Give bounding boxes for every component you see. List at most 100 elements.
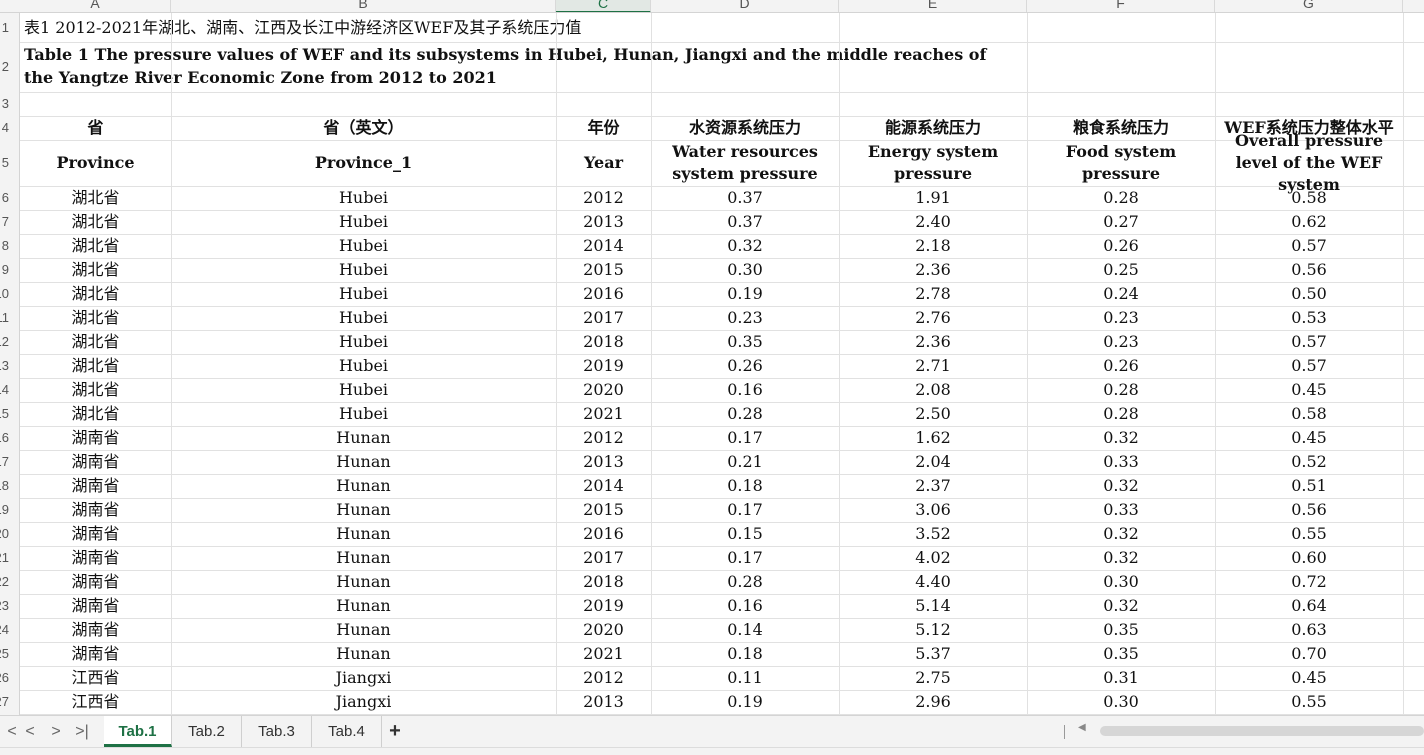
table-cell[interactable]: 0.27 bbox=[1027, 210, 1215, 234]
column-header-a[interactable]: A bbox=[20, 0, 171, 12]
table-cell[interactable]: 2014 bbox=[556, 474, 651, 498]
header-en-cell[interactable]: Energy system pressure bbox=[839, 140, 1027, 186]
table-cell[interactable]: 2012 bbox=[556, 426, 651, 450]
table-cell[interactable]: Hubei bbox=[171, 234, 556, 258]
table-cell[interactable]: Hunan bbox=[171, 618, 556, 642]
table-cell[interactable]: 2015 bbox=[556, 258, 651, 282]
table-cell[interactable]: 0.58 bbox=[1215, 186, 1403, 210]
table-cell[interactable]: 5.12 bbox=[839, 618, 1027, 642]
header-cn-cell[interactable]: 省（英文） bbox=[171, 116, 556, 140]
table-cell[interactable]: 2016 bbox=[556, 522, 651, 546]
row-number[interactable]: 17 bbox=[0, 454, 9, 469]
table-cell[interactable]: 湖南省 bbox=[20, 618, 171, 642]
table-cell[interactable]: 0.32 bbox=[1027, 594, 1215, 618]
table-cell[interactable]: 0.17 bbox=[651, 426, 839, 450]
next-sheet-icon[interactable]: > bbox=[46, 721, 66, 743]
table-cell[interactable]: 0.56 bbox=[1215, 258, 1403, 282]
horizontal-scrollbar[interactable] bbox=[1100, 726, 1424, 736]
header-en-cell[interactable]: Food system pressure bbox=[1027, 140, 1215, 186]
table-cell[interactable]: 2020 bbox=[556, 618, 651, 642]
row-number[interactable]: 15 bbox=[0, 406, 9, 421]
table-cell[interactable]: 1.91 bbox=[839, 186, 1027, 210]
row-number[interactable]: 20 bbox=[0, 526, 9, 541]
table-cell[interactable]: 2017 bbox=[556, 306, 651, 330]
table-cell[interactable]: 0.35 bbox=[1027, 642, 1215, 666]
table-cell[interactable]: 2018 bbox=[556, 330, 651, 354]
table-cell[interactable]: 0.45 bbox=[1215, 426, 1403, 450]
table-cell[interactable]: 0.37 bbox=[651, 186, 839, 210]
table-cell[interactable]: 2012 bbox=[556, 186, 651, 210]
row-number[interactable]: 27 bbox=[0, 694, 9, 709]
header-en-cell[interactable]: Year bbox=[556, 140, 651, 186]
scroll-left-icon[interactable]: ◀ bbox=[1078, 722, 1086, 733]
table-cell[interactable]: 0.32 bbox=[1027, 522, 1215, 546]
table-cell[interactable]: Hubei bbox=[171, 258, 556, 282]
table-cell[interactable]: 0.32 bbox=[1027, 546, 1215, 570]
row-number[interactable]: 11 bbox=[0, 310, 9, 325]
table-cell[interactable]: Hubei bbox=[171, 282, 556, 306]
table-cell[interactable]: Hunan bbox=[171, 450, 556, 474]
table-cell[interactable]: Jiangxi bbox=[171, 666, 556, 690]
table-cell[interactable]: 湖北省 bbox=[20, 402, 171, 426]
row-number[interactable]: 10 bbox=[0, 286, 9, 301]
table-cell[interactable]: 2019 bbox=[556, 594, 651, 618]
header-cn-cell[interactable]: 粮食系统压力 bbox=[1027, 116, 1215, 140]
table-cell[interactable]: Hubei bbox=[171, 354, 556, 378]
table-cell[interactable]: Hunan bbox=[171, 570, 556, 594]
sheet-tab-tab4[interactable]: Tab.4 bbox=[312, 716, 382, 747]
table-cell[interactable]: 湖南省 bbox=[20, 546, 171, 570]
table-cell[interactable]: 0.35 bbox=[651, 330, 839, 354]
table-cell[interactable]: Hunan bbox=[171, 498, 556, 522]
table-cell[interactable]: 0.23 bbox=[651, 306, 839, 330]
table-cell[interactable]: 0.28 bbox=[1027, 186, 1215, 210]
table-cell[interactable]: 0.24 bbox=[1027, 282, 1215, 306]
table-cell[interactable]: 0.30 bbox=[1027, 570, 1215, 594]
table-cell[interactable]: 湖南省 bbox=[20, 474, 171, 498]
table-cell[interactable]: 0.21 bbox=[651, 450, 839, 474]
table-cell[interactable]: 湖南省 bbox=[20, 642, 171, 666]
table-cell[interactable]: 2.36 bbox=[839, 258, 1027, 282]
first-sheet-icon[interactable]: < bbox=[2, 721, 22, 743]
table-cell[interactable]: 湖北省 bbox=[20, 258, 171, 282]
table-cell[interactable]: 0.26 bbox=[651, 354, 839, 378]
table-cell[interactable]: 湖北省 bbox=[20, 378, 171, 402]
table-cell[interactable]: 5.14 bbox=[839, 594, 1027, 618]
table-cell[interactable]: 0.19 bbox=[651, 282, 839, 306]
table-cell[interactable]: 2015 bbox=[556, 498, 651, 522]
table-cell[interactable]: 2.96 bbox=[839, 690, 1027, 714]
table-cell[interactable]: 2021 bbox=[556, 642, 651, 666]
table-cell[interactable]: 2.50 bbox=[839, 402, 1027, 426]
row-number[interactable]: 7 bbox=[0, 214, 9, 229]
table-cell[interactable]: 2.76 bbox=[839, 306, 1027, 330]
table-cell[interactable]: 0.11 bbox=[651, 666, 839, 690]
row-number[interactable]: 1 bbox=[0, 20, 9, 35]
table-cell[interactable]: 0.72 bbox=[1215, 570, 1403, 594]
table-cell[interactable]: 0.58 bbox=[1215, 402, 1403, 426]
column-header-f[interactable]: F bbox=[1027, 0, 1215, 12]
column-header-c[interactable]: C bbox=[556, 0, 651, 12]
table-cell[interactable]: Hubei bbox=[171, 186, 556, 210]
table-cell[interactable]: 0.57 bbox=[1215, 330, 1403, 354]
table-cell[interactable]: 0.19 bbox=[651, 690, 839, 714]
table-cell[interactable]: 0.28 bbox=[651, 402, 839, 426]
add-sheet-button[interactable]: + bbox=[382, 716, 408, 747]
table-cell[interactable]: 0.16 bbox=[651, 378, 839, 402]
table-cell[interactable]: 0.14 bbox=[651, 618, 839, 642]
row-number[interactable]: 12 bbox=[0, 334, 9, 349]
table-cell[interactable]: Hubei bbox=[171, 402, 556, 426]
table-cell[interactable]: 2012 bbox=[556, 666, 651, 690]
table-cell[interactable]: 0.45 bbox=[1215, 378, 1403, 402]
table-cell[interactable]: 2.36 bbox=[839, 330, 1027, 354]
table-cell[interactable]: Hunan bbox=[171, 474, 556, 498]
table-cell[interactable]: 湖南省 bbox=[20, 426, 171, 450]
table-cell[interactable]: 0.28 bbox=[1027, 378, 1215, 402]
table-cell[interactable]: 湖北省 bbox=[20, 330, 171, 354]
table-cell[interactable]: 0.64 bbox=[1215, 594, 1403, 618]
table-cell[interactable]: 0.70 bbox=[1215, 642, 1403, 666]
table-cell[interactable]: 0.35 bbox=[1027, 618, 1215, 642]
row-number[interactable]: 14 bbox=[0, 382, 9, 397]
row-number[interactable]: 21 bbox=[0, 550, 9, 565]
table-cell[interactable]: 0.32 bbox=[1027, 474, 1215, 498]
table-cell[interactable]: 湖北省 bbox=[20, 306, 171, 330]
table-cell[interactable]: Hunan bbox=[171, 546, 556, 570]
